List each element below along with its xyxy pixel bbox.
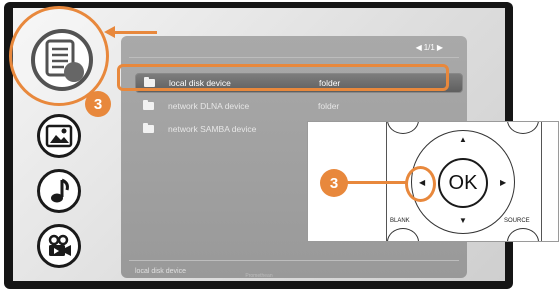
dpad-down-button[interactable]: ▼ bbox=[459, 217, 467, 225]
ok-button[interactable]: OK bbox=[438, 158, 488, 208]
device-name: network SAMBA device bbox=[168, 124, 257, 134]
remote-button-top-left[interactable] bbox=[387, 122, 419, 134]
device-name: network DLNA device bbox=[168, 101, 250, 111]
remote-control-inset: ▲ ▼ ◀ ▶ OK BLANK SOURCE 3 bbox=[307, 121, 559, 242]
highlight-row bbox=[117, 64, 449, 91]
pager-next-icon[interactable]: ▶ bbox=[437, 43, 443, 52]
folder-icon bbox=[143, 123, 154, 133]
connector-line bbox=[345, 181, 407, 184]
remote-button-top-right[interactable] bbox=[507, 122, 539, 134]
pager-text: 1/1 bbox=[423, 43, 435, 52]
panel-divider bbox=[129, 57, 459, 58]
music-note-icon bbox=[51, 178, 69, 203]
dpad-left-highlight bbox=[405, 166, 436, 202]
step-badge: 3 bbox=[85, 91, 111, 117]
video-camera-icon bbox=[48, 234, 71, 256]
folder-icon bbox=[143, 100, 154, 110]
image-icon bbox=[45, 124, 73, 148]
pager-prev-icon[interactable]: ◀ bbox=[416, 43, 422, 52]
step-badge-remote: 3 bbox=[320, 169, 348, 197]
sidebar-item-music[interactable] bbox=[37, 169, 81, 213]
blank-label: BLANK bbox=[390, 218, 410, 224]
list-item-dlna[interactable]: network DLNA device folder bbox=[135, 96, 463, 116]
status-divider bbox=[129, 260, 459, 261]
source-label: SOURCE bbox=[504, 218, 530, 224]
remote-line-right bbox=[541, 122, 542, 241]
sidebar-item-photos[interactable] bbox=[37, 114, 81, 158]
dpad-up-button[interactable]: ▲ bbox=[459, 136, 467, 144]
arrow-shaft bbox=[113, 31, 157, 34]
arrow-left-icon bbox=[104, 26, 115, 38]
brand-logo: Promethean bbox=[245, 273, 273, 279]
pager: ◀ 1/1 ▶ bbox=[416, 43, 443, 52]
device-type: folder bbox=[318, 101, 340, 111]
dpad-right-button[interactable]: ▶ bbox=[500, 179, 506, 187]
source-button[interactable] bbox=[507, 228, 539, 241]
blank-button[interactable] bbox=[387, 228, 419, 241]
sidebar-item-video[interactable] bbox=[37, 224, 81, 268]
